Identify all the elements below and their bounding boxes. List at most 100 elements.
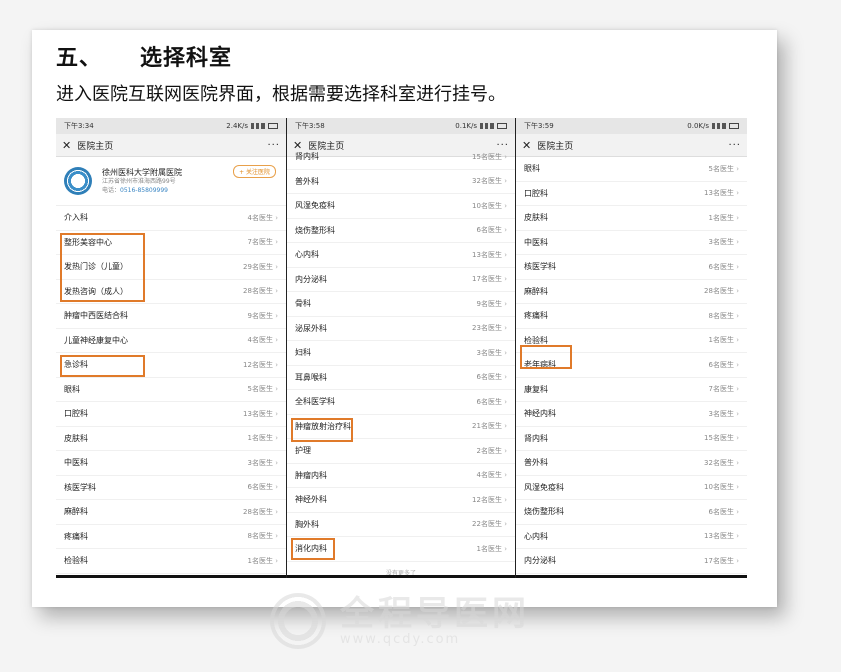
department-row[interactable]: 肿瘤内科 4名医生 [287, 464, 515, 488]
doctor-count: 10名医生 [704, 482, 739, 492]
doctor-count: 17名医生 [704, 556, 739, 566]
department-row[interactable]: 消化内科 1名医生 [287, 537, 515, 562]
department-row[interactable]: 骨科9名医生 [287, 292, 515, 317]
doctor-count: 21名医生 [472, 421, 507, 431]
doctor-count: 4名医生 [477, 470, 508, 480]
doctor-count: 1名医生 [709, 213, 740, 223]
department-row[interactable]: 核医学科 6名医生 [56, 476, 286, 500]
department-row[interactable]: 皮肤科 1名医生 [56, 427, 286, 451]
department-row[interactable]: 口腔科 13名医生 [516, 182, 747, 206]
department-row[interactable]: 心内科 13名医生 [287, 243, 515, 268]
page-title: 医院主页 [308, 141, 345, 152]
watermark-url: www.qcdy.com [340, 631, 461, 647]
department-row[interactable]: 神经外科 12名医生 [287, 488, 515, 513]
department-row[interactable]: 检验科 1名医生 [516, 329, 747, 353]
close-icon[interactable]: ✕ [62, 139, 71, 152]
department-row[interactable]: 皮肤科 1名医生 [516, 206, 747, 231]
department-row[interactable]: 介入科 4名医生 [56, 206, 286, 231]
department-row[interactable]: 整形美容中心 7名医生 [56, 231, 286, 255]
department-row[interactable]: 发热门诊（儿童） 29名医生 [56, 255, 286, 280]
doctor-count: 9名医生 [477, 299, 508, 309]
department-row[interactable]: 胸外科 22名医生 [287, 513, 515, 537]
battery-icon [497, 123, 507, 129]
department-name: 烧伤整形科 [295, 225, 335, 235]
department-row[interactable]: 老年病科6名医生 [56, 574, 286, 576]
department-row[interactable]: 内分泌科 17名医生 [287, 268, 515, 292]
department-row[interactable]: 康复科 7名医生 [516, 378, 747, 402]
department-row[interactable]: 普外科 32名医生 [287, 170, 515, 194]
department-row[interactable]: 中医科 3名医生 [516, 231, 747, 255]
doctor-count: 3名医生 [709, 237, 740, 247]
status-time: 下午3:34 [64, 122, 94, 130]
department-row[interactable]: 疼痛科 8名医生 [516, 304, 747, 329]
doctor-count: 3名医生 [709, 409, 740, 419]
doctor-count: 6名医生 [709, 360, 740, 370]
department-row[interactable]: 老年病科6名医生 [516, 353, 747, 378]
department-row[interactable]: 麻醉科 28名医生 [56, 500, 286, 525]
doctor-count: 10名医生 [472, 201, 507, 211]
doctor-count: 4名医生 [248, 213, 279, 223]
department-row[interactable]: 神经内科 3名医生 [516, 402, 747, 427]
department-row[interactable]: 检验科 1名医生 [56, 549, 286, 574]
department-name: 发热门诊（儿童） [64, 262, 128, 272]
department-name: 普外科 [524, 458, 548, 468]
department-row[interactable]: 眼科 5名医生 [56, 378, 286, 402]
phone-label: 电话： [102, 186, 121, 194]
doctor-count: 7名医生 [709, 384, 740, 394]
department-row[interactable]: 儿童神经康复中心 4名医生 [56, 329, 286, 353]
department-row[interactable]: 妇科 3名医生 [287, 341, 515, 366]
department-name: 内分泌科 [295, 274, 327, 284]
more-menu-button[interactable]: ··· [728, 140, 741, 151]
department-name: 皮肤科 [524, 213, 548, 223]
department-row[interactable]: 肿瘤放射治疗科 21名医生 [287, 415, 515, 439]
doctor-count: 17名医生 [472, 274, 507, 284]
department-name: 消化内科 [295, 544, 327, 554]
more-menu-button[interactable]: ··· [267, 140, 280, 151]
department-row[interactable]: 麻醉科 28名医生 [516, 280, 747, 304]
department-row[interactable]: 风湿免疫科 10名医生 [287, 194, 515, 219]
department-row[interactable]: 泌尿外科 23名医生 [287, 317, 515, 341]
department-row[interactable]: 烧伤整形科 6名医生 [287, 219, 515, 243]
follow-hospital-button[interactable]: + 关注医院 [233, 165, 276, 178]
close-icon[interactable]: ✕ [293, 139, 302, 152]
watermark-logo-icon [270, 593, 326, 649]
department-row[interactable]: 肿瘤中西医结合科 9名医生 [56, 304, 286, 329]
close-icon[interactable]: ✕ [522, 139, 531, 152]
department-name: 检验科 [64, 556, 88, 566]
department-row[interactable]: 发热咨询（成人） 28名医生 [56, 280, 286, 304]
department-row[interactable]: 烧伤整形科 6名医生 [516, 500, 747, 525]
department-name: 口腔科 [64, 409, 88, 419]
doctor-count: 15名医生 [472, 152, 507, 162]
watermark-text: 全程导医网 [340, 593, 530, 634]
doctor-count: 12名医生 [472, 495, 507, 505]
department-row[interactable]: 急诊科 12名医生 [56, 353, 286, 378]
title-bar: ✕ 医院主页 ··· [516, 134, 747, 157]
department-row[interactable]: 风湿免疫科 10名医生 [516, 476, 747, 500]
doctor-count: 28名医生 [704, 286, 739, 296]
department-row[interactable]: 中医科 3名医生 [56, 451, 286, 476]
department-row[interactable]: 全科医学科 6名医生 [287, 390, 515, 415]
department-row[interactable]: 眼科 5名医生 [516, 157, 747, 182]
doctor-count: 8名医生 [709, 311, 740, 321]
department-row[interactable]: 肾内科 15名医生 [516, 427, 747, 451]
doctor-count: 28名医生 [243, 286, 278, 296]
hospital-phone[interactable]: 0516-85809999 [120, 187, 168, 194]
department-row[interactable]: 疼痛科 8名医生 [56, 525, 286, 549]
more-menu-button[interactable]: ··· [496, 140, 509, 151]
department-row[interactable]: 骨科9名医生 [516, 574, 747, 576]
doctor-count: 32名医生 [704, 458, 739, 468]
department-name: 急诊科 [64, 360, 88, 370]
department-row[interactable]: 内分泌科 17名医生 [516, 549, 747, 574]
doctor-count: 1名医生 [477, 544, 508, 554]
doctor-count: 9名医生 [248, 311, 279, 321]
department-name: 胸外科 [295, 519, 319, 529]
phone-screen-2: 下午3:58 0.1K/s ✕ 医院主页 ··· 肾内科 15名医生普外科 32名医… [287, 118, 515, 578]
department-row[interactable]: 护理 2名医生 [287, 439, 515, 464]
department-row[interactable]: 普外科 32名医生 [516, 451, 747, 476]
doctor-count: 32名医生 [472, 176, 507, 186]
doctor-count: 1名医生 [248, 433, 279, 443]
department-row[interactable]: 核医学科 6名医生 [516, 255, 747, 280]
department-row[interactable]: 心内科 13名医生 [516, 525, 747, 549]
department-row[interactable]: 口腔科 13名医生 [56, 402, 286, 427]
department-row[interactable]: 耳鼻喉科 6名医生 [287, 366, 515, 390]
